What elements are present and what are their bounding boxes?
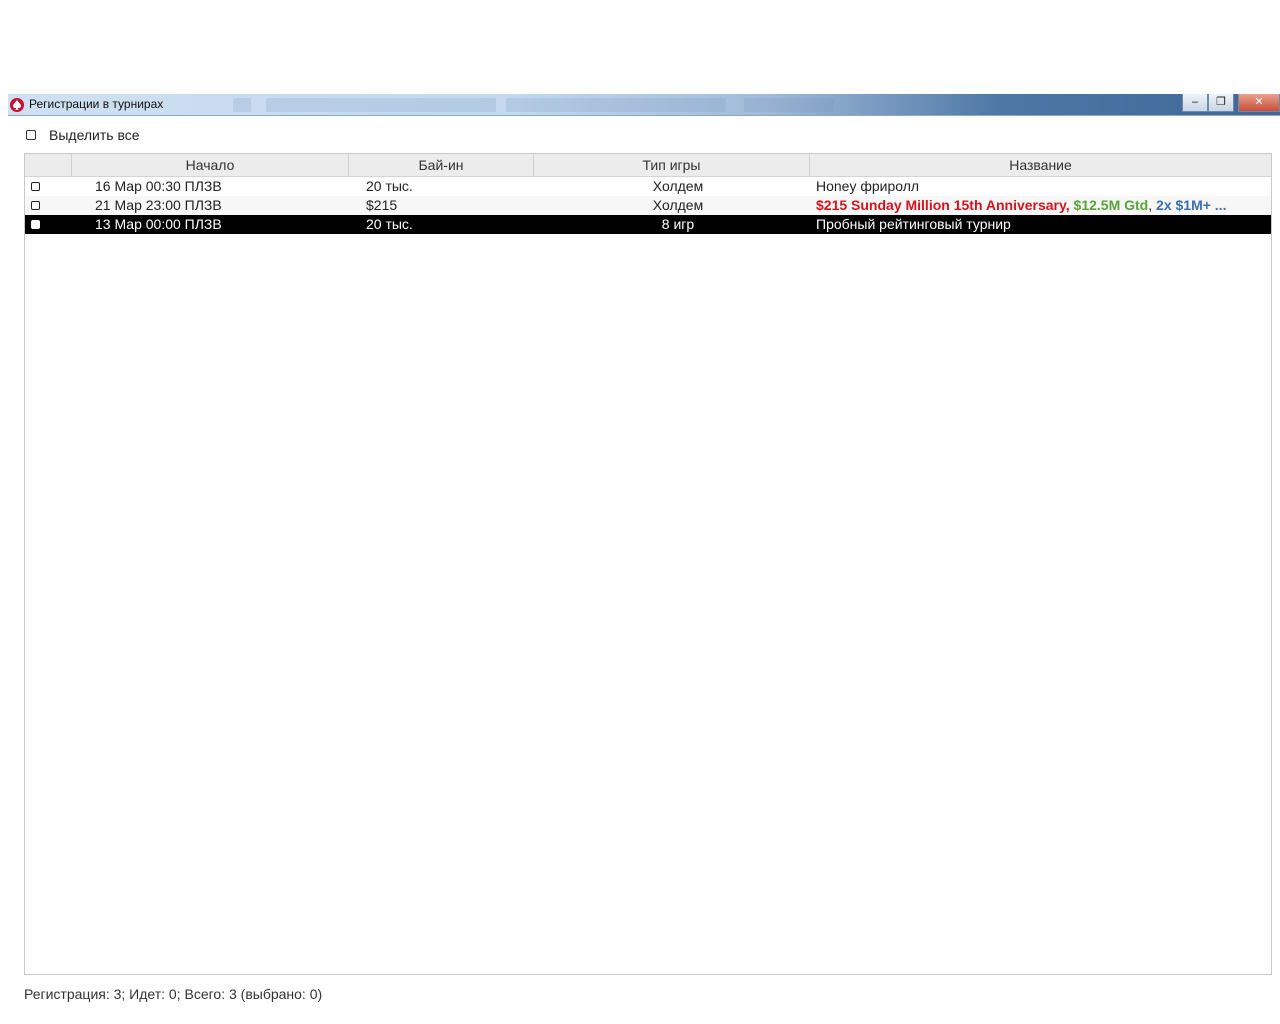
header-checkbox-column[interactable] [25, 154, 71, 176]
tournament-table: Начало Бай-ин Тип игры Название 16 Мар 0… [24, 153, 1272, 975]
window-title: Регистрации в турнирах [29, 97, 164, 111]
header-game-type[interactable]: Тип игры [533, 154, 809, 176]
row-checkbox[interactable] [31, 201, 40, 210]
header-name[interactable]: Название [809, 154, 1271, 176]
background-ghost [744, 98, 834, 112]
row-name-part: $215 Sunday Million 15th Anniversary [816, 197, 1066, 213]
minimize-button[interactable]: ‒ [1182, 94, 1208, 112]
table-row[interactable]: 16 Мар 00:30 ПЛЗВ 20 тыс. Холдем Honey ф… [25, 177, 1271, 196]
table-row[interactable]: 13 Мар 00:00 ПЛЗВ 20 тыс. 8 игр Пробный … [25, 215, 1271, 234]
window-title-bar[interactable]: Регистрации в турнирах ‒ ❐ ✕ [8, 94, 1280, 116]
row-buyin: 20 тыс. [366, 178, 413, 194]
row-buyin: 20 тыс. [366, 216, 413, 232]
row-buyin: $215 [366, 197, 398, 213]
row-game-type: Холдем [652, 197, 704, 213]
background-ghost [266, 98, 496, 112]
select-all-label[interactable]: Выделить все [49, 127, 140, 143]
status-text: Регистрация: 3; Идет: 0; Всего: 3 (выбра… [24, 986, 323, 1002]
select-all-checkbox[interactable] [26, 130, 36, 140]
select-all-control[interactable]: Выделить все [26, 127, 140, 143]
header-start[interactable]: Начало [71, 154, 348, 176]
row-name-part: Honey фриролл [816, 178, 920, 194]
pokerstars-spade-icon [10, 98, 24, 112]
restore-button[interactable]: ❐ [1208, 94, 1234, 112]
row-name-part: , [1148, 197, 1157, 213]
row-name-part: 2x $1M+ ... [1156, 197, 1227, 213]
row-name-part: Пробный рейтинговый турнир [816, 216, 1011, 232]
background-ghost [506, 98, 726, 112]
row-start: 21 Мар 23:00 ПЛЗВ [95, 197, 222, 213]
row-start: 16 Мар 00:30 ПЛЗВ [95, 178, 222, 194]
close-button[interactable]: ✕ [1238, 94, 1280, 112]
background-ghost [233, 98, 251, 112]
row-name-part: , [1065, 197, 1074, 213]
row-game-type: 8 игр [661, 216, 695, 232]
row-name: $215 Sunday Million 15th Anniversary, $1… [816, 196, 1266, 215]
row-checkbox[interactable] [31, 220, 40, 229]
row-name: Пробный рейтинговый турнир [816, 215, 1266, 234]
table-row[interactable]: 21 Мар 23:00 ПЛЗВ $215 Холдем $215 Sunda… [25, 196, 1271, 215]
row-name-part: $12.5M Gtd [1073, 197, 1149, 213]
row-start: 13 Мар 00:00 ПЛЗВ [95, 216, 222, 232]
row-checkbox[interactable] [31, 182, 40, 191]
row-game-type: Холдем [652, 178, 704, 194]
row-name: Honey фриролл [816, 177, 1266, 196]
header-buyin[interactable]: Бай-ин [348, 154, 533, 176]
table-header: Начало Бай-ин Тип игры Название [25, 154, 1271, 177]
